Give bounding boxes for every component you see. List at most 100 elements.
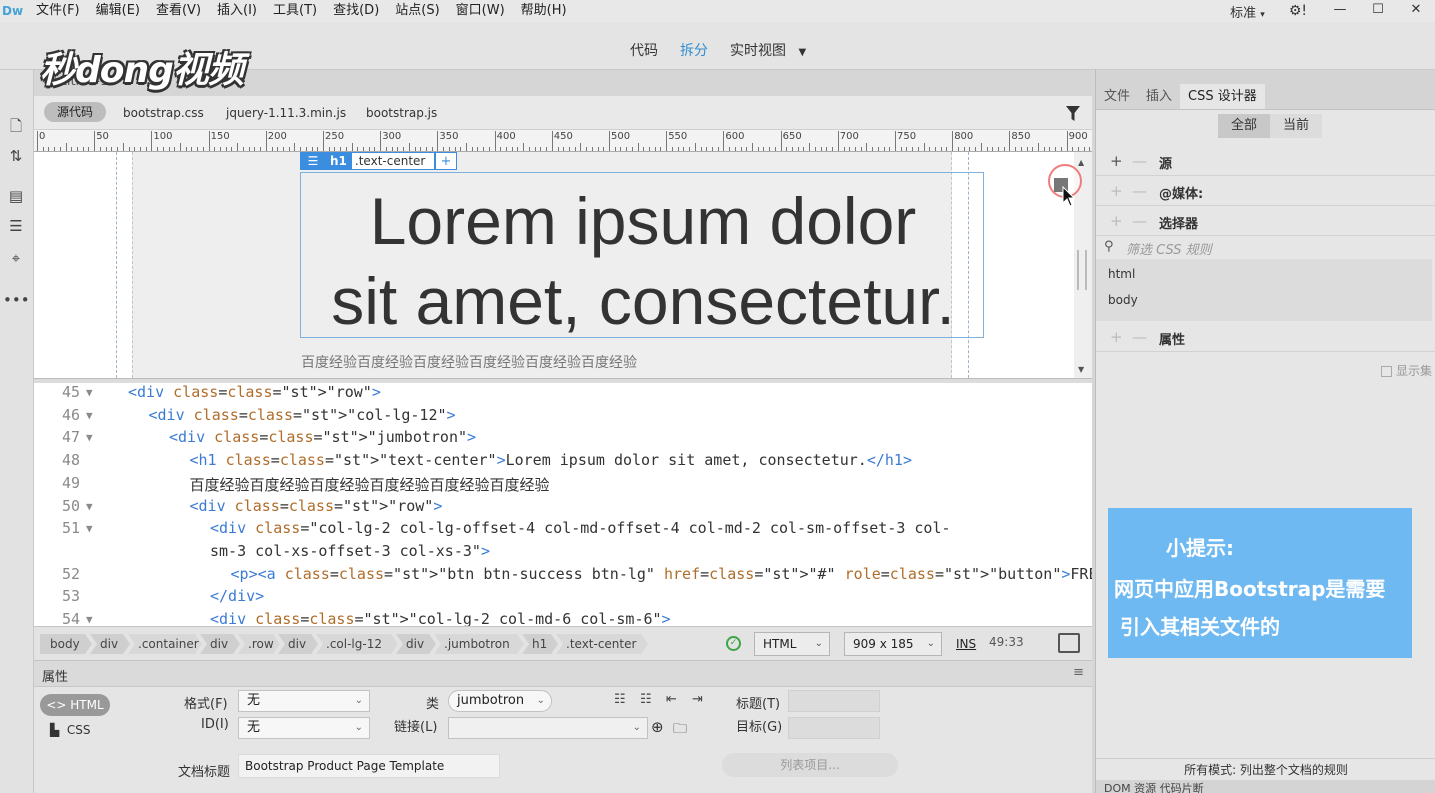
related-file-jquery[interactable]: jquery-1.11.3.min.js bbox=[226, 106, 346, 120]
file-icon[interactable]: 🗋 bbox=[3, 114, 29, 138]
code-line[interactable]: 47 ▼ <div class=class="st">"jumbotron"> bbox=[34, 428, 1074, 451]
menu-site[interactable]: 站点(S) bbox=[387, 0, 447, 22]
selector-html[interactable]: html bbox=[1108, 267, 1135, 281]
scroll-up-icon[interactable]: ▲ bbox=[1078, 158, 1084, 167]
breadcrumb-item[interactable]: div bbox=[278, 634, 318, 654]
inspect-icon[interactable]: ▤ bbox=[3, 184, 29, 208]
view-split-button[interactable]: 拆分 bbox=[680, 40, 708, 60]
css-filter-input[interactable]: ⚲ 筛选 CSS 规则 bbox=[1096, 235, 1435, 259]
menu-tools[interactable]: 工具(T) bbox=[265, 0, 325, 22]
class-select[interactable]: jumbotron ⌄ bbox=[448, 690, 552, 712]
view-live-button[interactable]: 实时视图 ▼ bbox=[730, 40, 806, 60]
tag-class-field[interactable]: .text-center bbox=[350, 152, 435, 170]
scope-all-button[interactable]: 全部 bbox=[1218, 114, 1270, 138]
ordered-list-icon[interactable]: ☷ bbox=[640, 692, 652, 707]
bottom-panel-tabs[interactable]: DOM 资源 代码片断 bbox=[1096, 780, 1435, 793]
code-line[interactable]: 52 <p><a class=class="st">"btn btn-succes… bbox=[34, 565, 1092, 588]
sort-icon[interactable]: ⇅ bbox=[3, 144, 29, 168]
panel-menu-icon[interactable]: ≡ bbox=[1073, 665, 1084, 680]
show-set-checkbox[interactable]: 显示集 bbox=[1381, 362, 1432, 379]
menu-window[interactable]: 窗口(W) bbox=[448, 0, 513, 22]
design-view[interactable]: ☰ h1 .text-center + Lorem ipsum dolor si… bbox=[34, 152, 1074, 378]
window-size-select[interactable]: 909 x 185 ⌄ bbox=[844, 632, 942, 656]
related-file-bootstrap-css[interactable]: bootstrap.css bbox=[123, 106, 204, 120]
breadcrumb-item[interactable]: div bbox=[200, 634, 240, 654]
ruler-label: 200 bbox=[267, 131, 287, 142]
outdent-icon[interactable]: ⇤ bbox=[666, 692, 677, 707]
breadcrumb-item[interactable]: .col-lg-12 bbox=[316, 634, 398, 654]
breadcrumb-item[interactable]: div bbox=[396, 634, 436, 654]
code-line[interactable]: 53 </div> bbox=[34, 587, 1074, 610]
fold-arrow-icon[interactable]: ▼ bbox=[86, 409, 93, 422]
breadcrumb-item[interactable]: .jumbotron bbox=[434, 634, 524, 654]
id-select[interactable]: 无 ⌄ bbox=[238, 717, 370, 739]
breadcrumb-item[interactable]: .container bbox=[128, 634, 202, 654]
code-line[interactable]: 49 百度经验百度经验百度经验百度经验百度经验百度经验 bbox=[34, 474, 1074, 497]
minimize-button[interactable]: — bbox=[1321, 0, 1359, 22]
panel-collapse-bar[interactable] bbox=[1096, 70, 1435, 84]
code-line[interactable]: 54 ▼ <div class=class="st">"col-lg-2 col-m… bbox=[34, 610, 1074, 626]
more-icon[interactable]: ••• bbox=[3, 288, 30, 312]
doc-title-input[interactable]: Bootstrap Product Page Template bbox=[238, 754, 500, 778]
scroll-down-icon[interactable]: ▼ bbox=[1078, 365, 1084, 374]
menu-file[interactable]: 文件(F) bbox=[28, 0, 88, 22]
scroll-thumb[interactable] bbox=[1077, 250, 1087, 290]
jumbotron-preview[interactable]: ☰ h1 .text-center + Lorem ipsum dolor si… bbox=[132, 152, 984, 378]
code-line[interactable]: sm-3 col-xs-offset-3 col-xs-3"> bbox=[34, 542, 1074, 565]
code-line[interactable]: 48 <h1 class=class="st">"text-center">Lor… bbox=[34, 451, 1074, 474]
breadcrumb-item[interactable]: .row bbox=[238, 634, 280, 654]
code-line[interactable]: 46 ▼ <div class=class="st">"col-lg-12"> bbox=[34, 406, 1074, 429]
maximize-button[interactable]: ☐ bbox=[1359, 0, 1397, 22]
filter-icon[interactable] bbox=[1066, 106, 1080, 122]
menu-find[interactable]: 查找(D) bbox=[325, 0, 387, 22]
menu-view[interactable]: 查看(V) bbox=[148, 0, 209, 22]
code-line[interactable]: 45 ▼ <div class=class="st">"row"> bbox=[34, 383, 1074, 406]
format-select[interactable]: 无 ⌄ bbox=[238, 690, 370, 712]
tab-insert[interactable]: 插入 bbox=[1138, 84, 1180, 109]
breadcrumb-item[interactable]: h1 bbox=[522, 634, 558, 654]
live-preview-icon[interactable] bbox=[1058, 633, 1080, 653]
breadcrumb-item[interactable]: body bbox=[40, 634, 92, 654]
indent-icon[interactable]: ☰ bbox=[3, 214, 29, 238]
breadcrumb-item[interactable]: .text-center bbox=[556, 634, 648, 654]
breadcrumb-item[interactable]: div bbox=[90, 634, 130, 654]
fold-arrow-icon[interactable]: ▼ bbox=[86, 613, 93, 626]
code-line[interactable]: 50 ▼ <div class=class="st">"row"> bbox=[34, 497, 1074, 520]
fold-arrow-icon[interactable]: ▼ bbox=[86, 431, 93, 444]
selector-body[interactable]: body bbox=[1108, 293, 1138, 307]
h1-preview-box[interactable]: Lorem ipsum dolor sit amet, consectetur. bbox=[300, 172, 984, 338]
fold-arrow-icon[interactable]: ▼ bbox=[86, 500, 93, 513]
line-number: 45 bbox=[61, 383, 80, 401]
ruler-tick bbox=[443, 147, 445, 151]
gear-icon[interactable]: ⚙! bbox=[1275, 3, 1321, 19]
menu-help[interactable]: 帮助(H) bbox=[513, 0, 575, 22]
folder-icon[interactable]: 🗀 bbox=[673, 718, 687, 742]
code-view[interactable]: 45 ▼ <div class=class="st">"row"> 46 ▼ <div c… bbox=[34, 383, 1092, 626]
hamburger-icon[interactable]: ☰ bbox=[300, 152, 326, 170]
source-code-tab[interactable]: 源代码 bbox=[44, 102, 106, 122]
point-to-file-icon[interactable]: ⊕ bbox=[651, 718, 664, 736]
tab-files[interactable]: 文件 bbox=[1096, 84, 1138, 109]
add-source-icon[interactable]: + bbox=[1110, 152, 1123, 170]
indent-icon[interactable]: ⇥ bbox=[692, 692, 703, 707]
link-input[interactable]: ⌄ bbox=[448, 717, 648, 739]
menu-edit[interactable]: 编辑(E) bbox=[88, 0, 148, 22]
unordered-list-icon[interactable]: ☷ bbox=[614, 692, 626, 707]
language-select[interactable]: HTML ⌄ bbox=[754, 632, 830, 656]
css-mode-button[interactable]: ▙ CSS bbox=[50, 723, 91, 737]
ruler-tick bbox=[305, 147, 307, 151]
close-button[interactable]: ✕ bbox=[1397, 0, 1435, 22]
target-icon[interactable]: ⌖ bbox=[3, 246, 29, 270]
tab-css-designer[interactable]: CSS 设计器 bbox=[1180, 84, 1265, 109]
code-line[interactable]: 51 ▼ <div class="col-lg-2 col-lg-offset-4 … bbox=[34, 519, 1074, 542]
workspace-switcher[interactable]: 标准 ▾ bbox=[1220, 2, 1275, 21]
menu-insert[interactable]: 插入(I) bbox=[209, 0, 265, 22]
html-mode-button[interactable]: <> HTML bbox=[40, 694, 110, 716]
related-file-bootstrap-js[interactable]: bootstrap.js bbox=[366, 106, 437, 120]
view-code-button[interactable]: 代码 bbox=[630, 40, 658, 60]
scope-current-button[interactable]: 当前 bbox=[1270, 114, 1322, 138]
fold-arrow-icon[interactable]: ▼ bbox=[86, 386, 93, 399]
add-class-button[interactable]: + bbox=[434, 152, 457, 170]
insert-mode[interactable]: INS bbox=[956, 637, 976, 651]
fold-arrow-icon[interactable]: ▼ bbox=[86, 522, 93, 535]
